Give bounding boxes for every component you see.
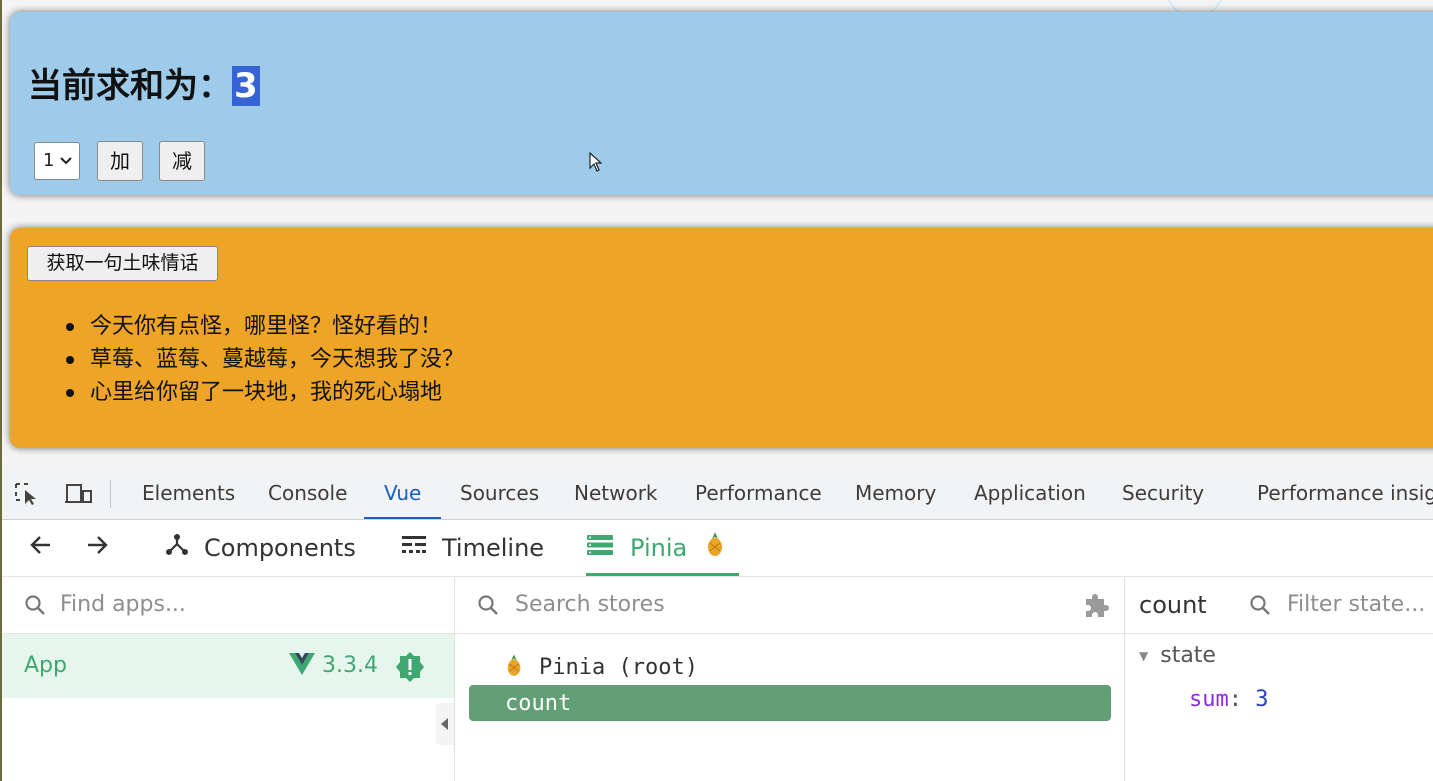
step-select-value: 1: [43, 150, 55, 171]
stores-search[interactable]: Search stores: [455, 577, 1124, 634]
love-talk-list: 今天你有点怪，哪里怪？怪好看的！ 草莓、蓝莓、蔓越莓，今天想我了没？ 心里给你留…: [30, 310, 464, 409]
search-icon: [1249, 594, 1270, 615]
device-toolbar-icon[interactable]: [64, 482, 92, 506]
tab-pinia-label: Pinia: [630, 534, 688, 562]
pinia-root-label: Pinia (root): [539, 655, 698, 680]
state-value[interactable]: 3: [1255, 687, 1268, 712]
forward-arrow-icon[interactable]: [84, 532, 110, 565]
pineapple-icon: [505, 653, 523, 683]
love-talk-panel: 获取一句土味情话 今天你有点怪，哪里怪？怪好看的！ 草莓、蓝莓、蔓越莓，今天想我…: [10, 228, 1433, 448]
store-item-count[interactable]: count: [469, 685, 1111, 721]
mouse-cursor-icon: [589, 151, 603, 176]
state-inspector-pane: count Filter state... ▼ state sum: 3: [1125, 577, 1433, 781]
inspector-title: count: [1139, 591, 1207, 619]
apps-search-input[interactable]: Find apps...: [60, 577, 186, 633]
app-list-item[interactable]: App 3.3.4: [2, 634, 454, 698]
add-button[interactable]: 加: [97, 141, 143, 181]
state-property-row[interactable]: sum: 3: [1189, 687, 1269, 712]
inspect-element-icon[interactable]: [14, 482, 42, 506]
back-arrow-icon[interactable]: [28, 532, 54, 565]
tab-performance-insights[interactable]: Performance insigh: [1257, 468, 1433, 519]
search-icon: [24, 594, 45, 615]
app-name: App: [24, 653, 67, 678]
store-item-label: count: [505, 691, 572, 716]
get-love-talk-button[interactable]: 获取一句土味情话: [27, 246, 218, 281]
state-key: sum: [1189, 687, 1229, 712]
subtract-button[interactable]: 减: [159, 141, 205, 181]
tab-components[interactable]: Components: [164, 520, 356, 576]
puzzle-icon[interactable]: [1082, 591, 1110, 623]
components-icon: [164, 521, 190, 577]
inspector-header: count Filter state...: [1125, 577, 1433, 634]
state-filter-input[interactable]: Filter state...: [1287, 577, 1425, 633]
sum-title-prefix: 当前求和为：: [28, 66, 232, 106]
apps-search[interactable]: Find apps...: [2, 577, 454, 634]
stores-search-input[interactable]: Search stores: [515, 577, 665, 633]
tab-performance[interactable]: Performance: [695, 468, 822, 519]
store-list-icon: [586, 521, 614, 577]
tab-timeline[interactable]: Timeline: [400, 520, 544, 576]
vue-devtools-toolbar: Components Timeline Pinia: [2, 520, 1433, 577]
stores-pane: Search stores Pinia (root) count: [455, 577, 1125, 781]
warning-badge-icon[interactable]: [394, 651, 426, 687]
state-group-label: state: [1160, 643, 1216, 668]
devtools-panel: Elements Console Vue Sources Network Per…: [2, 468, 1433, 781]
state-group-toggle[interactable]: ▼ state: [1139, 643, 1216, 668]
list-item: 今天你有点怪，哪里怪？怪好看的！: [65, 310, 464, 343]
tab-console[interactable]: Console: [268, 468, 347, 519]
list-item: 心里给你留了一块地，我的死心塌地: [65, 376, 464, 409]
vue-version: 3.3.4: [322, 653, 378, 678]
vue-logo-icon: [288, 652, 316, 680]
tab-vue[interactable]: Vue: [363, 468, 442, 519]
devtools-tab-bar: Elements Console Vue Sources Network Per…: [2, 468, 1433, 520]
list-item: 草莓、蓝莓、蔓越莓，今天想我了没？: [65, 343, 464, 376]
step-select[interactable]: 1: [34, 142, 80, 180]
sum-value: 3: [232, 66, 260, 106]
count-panel: 当前求和为：3 1 加 减: [10, 12, 1433, 195]
tab-components-label: Components: [204, 534, 356, 562]
toolbar-divider: [110, 480, 111, 508]
tab-security[interactable]: Security: [1122, 468, 1204, 519]
tab-pinia[interactable]: Pinia: [586, 520, 739, 576]
tab-timeline-label: Timeline: [442, 534, 545, 562]
timeline-icon: [400, 521, 428, 577]
caret-down-icon: ▼: [1139, 649, 1149, 663]
search-icon: [477, 594, 498, 615]
tab-application[interactable]: Application: [974, 468, 1086, 519]
apps-pane: Find apps... App 3.3.4: [2, 577, 455, 781]
app-page: 当前求和为：3 1 加 减 获取一句土味情话 今天你有点怪，哪里怪？怪好看的！ …: [0, 0, 1433, 468]
tab-sources[interactable]: Sources: [460, 468, 539, 519]
chevron-down-icon: [59, 143, 73, 193]
pinia-root-item[interactable]: Pinia (root): [505, 653, 698, 683]
pineapple-icon: [705, 521, 725, 577]
state-colon: :: [1228, 687, 1256, 712]
tab-elements[interactable]: Elements: [142, 468, 235, 519]
sum-title: 当前求和为：3: [28, 60, 260, 112]
tab-network[interactable]: Network: [574, 468, 658, 519]
collapse-pane-handle[interactable]: [436, 703, 454, 745]
tab-memory[interactable]: Memory: [855, 468, 936, 519]
